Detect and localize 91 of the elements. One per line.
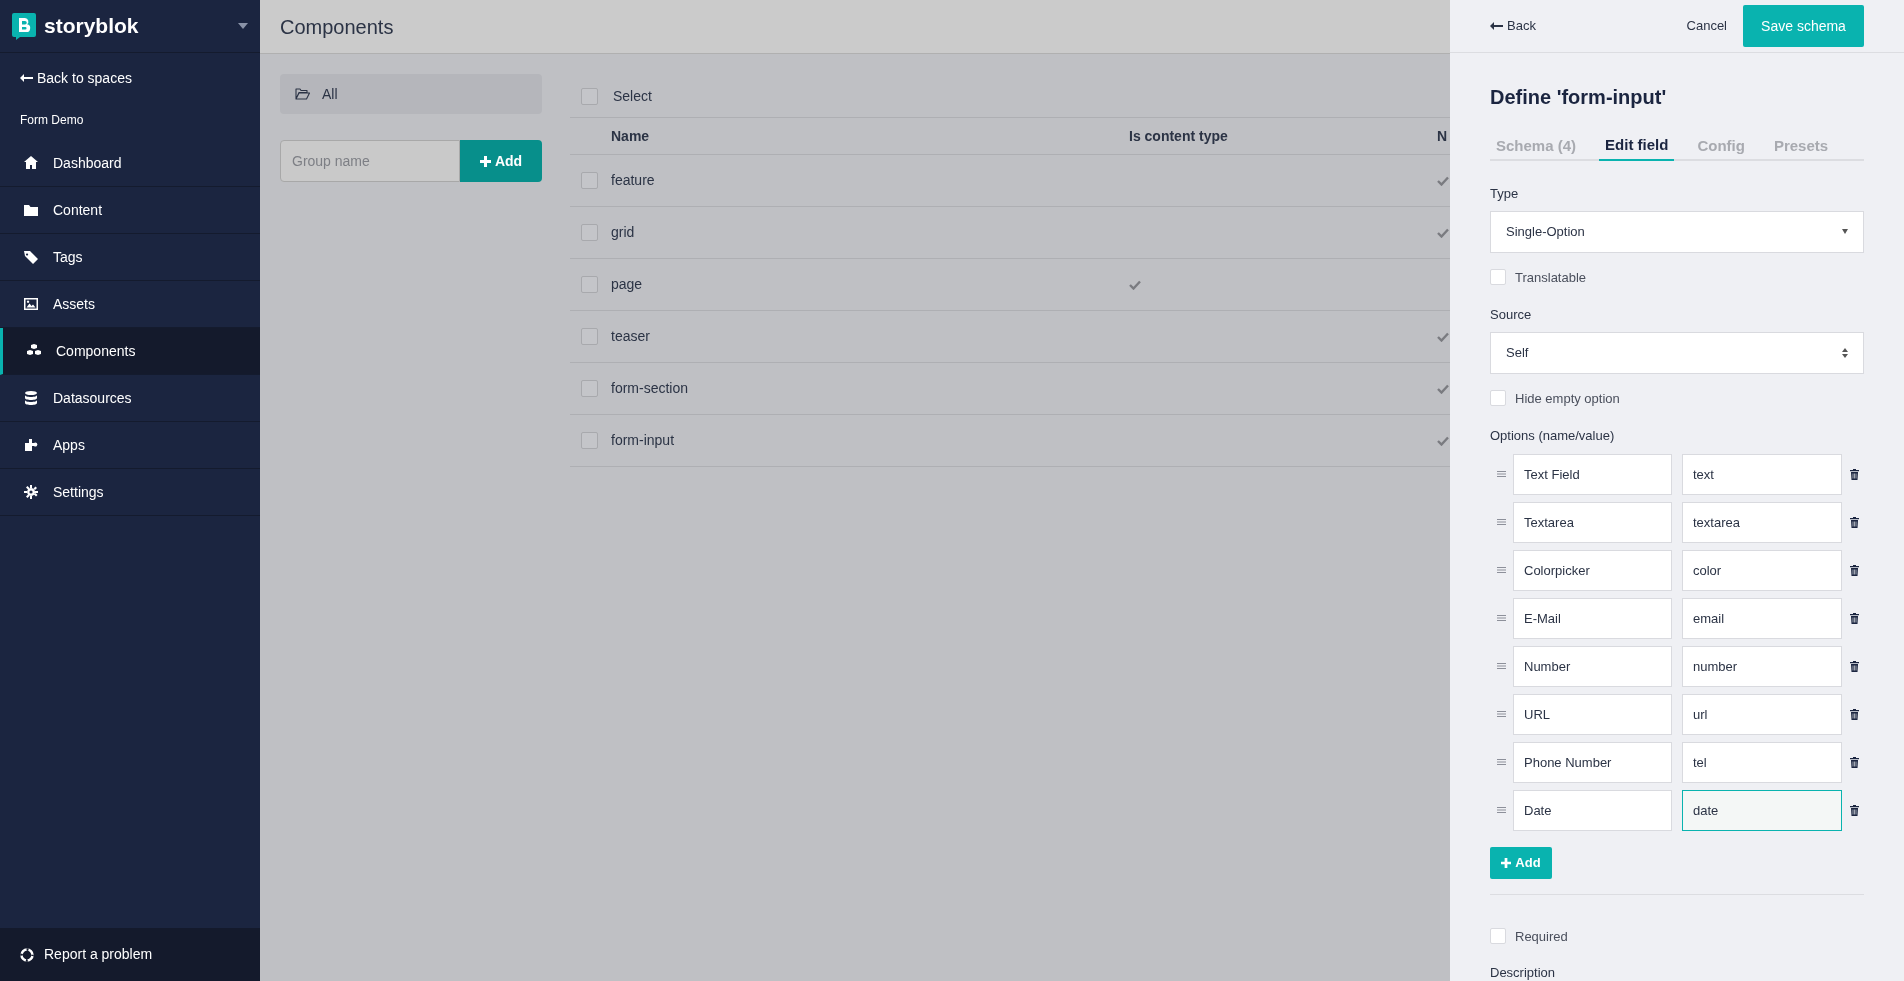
option-value-field[interactable]: text (1682, 453, 1842, 495)
option-value-field[interactable]: number (1682, 645, 1842, 687)
table-cell-text: form-input (611, 431, 675, 450)
drag-handle-icon (1497, 471, 1506, 477)
checkbox[interactable] (1490, 269, 1506, 286)
home-icon (23, 155, 39, 171)
panel-title: Define 'form-input' (1490, 85, 1668, 110)
checkbox[interactable] (581, 328, 598, 345)
caret-icon (1842, 229, 1848, 234)
add-group-button[interactable]: Add (460, 140, 542, 182)
group-item[interactable]: All (280, 74, 542, 114)
tab[interactable]: Edit field (1599, 131, 1675, 161)
field-label: Description (1490, 964, 1557, 981)
checkbox-label: Hide empty option (1515, 389, 1620, 408)
checkbox-label: Required (1515, 927, 1568, 946)
option-value-field[interactable]: email (1682, 597, 1842, 639)
option-value-field[interactable]: tel (1682, 741, 1842, 783)
group-name-field[interactable]: Group name (280, 140, 460, 182)
checkbox[interactable] (581, 380, 598, 397)
drag-handle-icon (1497, 807, 1506, 813)
trash-icon (1850, 564, 1859, 576)
column-header: Name (611, 126, 650, 146)
checkbox[interactable] (581, 172, 598, 189)
gear-icon (23, 484, 39, 500)
select-label: Select (613, 86, 652, 106)
table-cell-text: grid (611, 223, 635, 242)
checkbox[interactable] (1490, 928, 1506, 945)
field-label: Options (name/value) (1490, 427, 1616, 445)
option-value-field[interactable]: color (1682, 549, 1842, 591)
cancel-button[interactable]: Cancel (1686, 16, 1727, 36)
option-name-field[interactable]: Textarea (1513, 501, 1672, 543)
option-name-field[interactable]: Number (1513, 645, 1672, 687)
drag-handle-icon (1497, 519, 1506, 525)
option-name-field[interactable]: URL (1513, 693, 1672, 735)
select-all-checkbox[interactable] (581, 87, 598, 105)
option-value-field[interactable]: url (1682, 693, 1842, 735)
sort-icon (1842, 347, 1848, 358)
source-select[interactable]: Self (1490, 331, 1864, 374)
option-name-field[interactable]: Text Field (1513, 453, 1672, 495)
tag-icon (23, 249, 39, 265)
trash-icon (1850, 804, 1859, 816)
arrow-left-icon (20, 74, 33, 82)
back-link[interactable]: Back (1490, 16, 1536, 36)
checkbox[interactable] (581, 276, 598, 293)
trash-icon (1850, 756, 1859, 768)
checkbox-label: Translatable (1515, 268, 1587, 287)
puzzle-icon (23, 437, 39, 453)
checkbox[interactable] (581, 432, 598, 449)
lifebuoy-icon (20, 947, 34, 962)
plus-icon (1501, 857, 1512, 868)
database-icon (23, 390, 39, 406)
nav-item[interactable]: Components (0, 328, 260, 375)
plus-icon (479, 155, 491, 167)
field-label: Type (1490, 185, 1520, 203)
option-name-field[interactable]: Date (1513, 789, 1672, 831)
drag-handle-icon (1497, 615, 1506, 621)
caret-icon (238, 23, 248, 29)
table-cell-text: feature (611, 171, 655, 190)
field-label: Source (1490, 306, 1533, 324)
option-name-field[interactable]: Phone Number (1513, 741, 1672, 783)
option-name-field[interactable]: Colorpicker (1513, 549, 1672, 591)
drag-handle-icon (1497, 759, 1506, 765)
drag-handle-icon (1497, 567, 1506, 573)
type-select[interactable]: Single-Option (1490, 210, 1864, 253)
space-name: Form Demo (20, 112, 85, 127)
option-name-field[interactable]: E-Mail (1513, 597, 1672, 639)
table-cell-text: page (611, 275, 643, 294)
option-value-field[interactable]: date (1682, 789, 1842, 831)
drag-handle-icon (1497, 711, 1506, 717)
report-problem-link[interactable]: Report a problem (0, 928, 260, 981)
column-header: Is content type (1129, 126, 1228, 146)
drag-handle-icon (1497, 663, 1506, 669)
image-icon (23, 296, 39, 312)
trash-icon (1850, 468, 1859, 480)
checkbox[interactable] (1490, 390, 1506, 407)
option-value-field[interactable]: textarea (1682, 501, 1842, 543)
table-cell-text: form-section (611, 379, 689, 398)
trash-icon (1850, 612, 1859, 624)
checkbox[interactable] (581, 224, 598, 241)
folder-open-icon (295, 88, 310, 100)
table-cell-text: teaser (611, 327, 650, 346)
arrow-left-icon (1490, 22, 1503, 30)
back-link[interactable]: Back to spaces (20, 67, 260, 89)
page-title: Components (280, 14, 394, 40)
trash-icon (1850, 660, 1859, 672)
trash-icon (1850, 708, 1859, 720)
folder-icon (23, 202, 39, 218)
brand-name: storyblok (44, 13, 139, 40)
column-header: N (1437, 126, 1448, 146)
logo-icon (12, 12, 36, 40)
trash-icon (1850, 516, 1859, 528)
